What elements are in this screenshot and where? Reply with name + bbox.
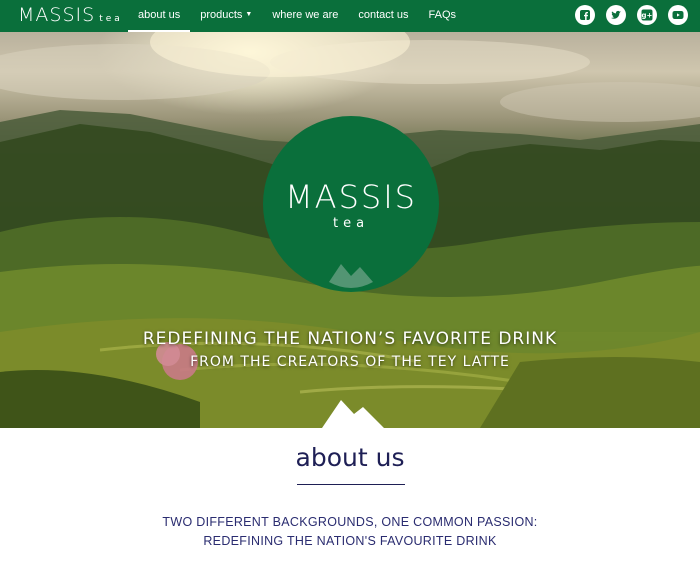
about-divider	[297, 484, 405, 485]
brand-sub: tea	[99, 14, 123, 24]
about-title: about us	[295, 443, 405, 472]
google-plus-icon[interactable]: g+	[637, 5, 657, 25]
nav-item-label: about us	[138, 9, 181, 21]
facebook-icon[interactable]	[575, 5, 595, 25]
about-subtitle-line-2: REDEFINING THE NATION'S FAVOURITE DRINK	[203, 534, 497, 548]
hero-subheadline: FROM THE CREATORS OF THE TEY LATTE	[190, 354, 510, 370]
caret-down-icon: ▼	[245, 11, 253, 19]
brand-name: MASSIS	[18, 4, 96, 26]
hero-logo-text: MASSIS tea	[263, 180, 439, 231]
nav-item-label: where we are	[272, 9, 339, 21]
hero-logo-sub: tea	[332, 216, 370, 231]
youtube-icon[interactable]	[668, 5, 688, 25]
hero-logo-main: MASSIS	[285, 178, 417, 216]
top-navbar: MASSIS tea about us products ▼ where we a…	[0, 0, 700, 32]
nav-item-products[interactable]: products ▼	[190, 0, 262, 32]
nav-item-faqs[interactable]: FAQs	[419, 0, 467, 32]
hero-headline: REDEFINING THE NATION’S FAVORITE DRINK	[142, 329, 558, 349]
nav-item-label: products	[200, 9, 243, 21]
hero-banner: MASSIS tea REDEFINING THE NATION’S FAVOR…	[0, 32, 700, 428]
about-subtitle: TWO DIFFERENT BACKGROUNDS, ONE COMMON PA…	[0, 513, 700, 551]
about-subtitle-line-1: TWO DIFFERENT BACKGROUNDS, ONE COMMON PA…	[162, 515, 538, 529]
nav-item-about-us[interactable]: about us	[128, 0, 191, 32]
twitter-icon[interactable]	[606, 5, 626, 25]
nav-item-label: FAQs	[428, 9, 457, 21]
brand-logo[interactable]: MASSIS tea	[18, 4, 123, 26]
social-links: g+	[575, 5, 688, 25]
nav-item-label: contact us	[358, 9, 409, 21]
nav-item-contact-us[interactable]: contact us	[348, 0, 418, 32]
nav-item-where-we-are[interactable]: where we are	[262, 0, 348, 32]
main-menu: about us products ▼ where we are contact …	[128, 0, 466, 32]
svg-text:g+: g+	[642, 12, 653, 20]
